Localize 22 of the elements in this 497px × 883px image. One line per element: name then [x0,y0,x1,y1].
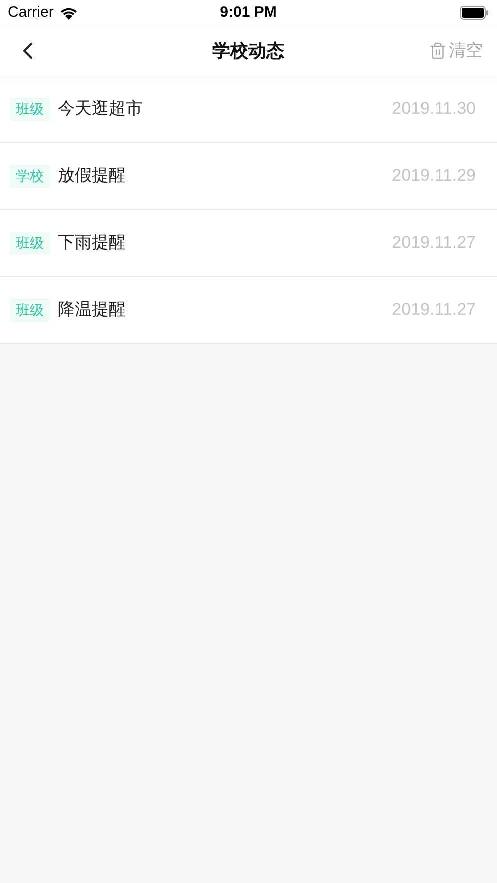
category-tag: 班级 [10,298,50,322]
category-tag: 班级 [10,98,50,120]
news-row[interactable]: 学校 放假提醒 2019.11.29 [0,143,497,210]
news-date: 2019.11.30 [392,98,476,120]
news-title: 降温提醒 [58,299,127,322]
news-date: 2019.11.29 [392,165,476,188]
news-date: 2019.11.27 [392,232,476,254]
news-row[interactable]: 班级 降温提醒 2019.11.27 [0,277,497,344]
news-row[interactable]: 班级 下雨提醒 2019.11.27 [0,210,497,277]
news-row[interactable]: 班级 今天逛超市 2019.11.30 [0,76,497,143]
news-title: 放假提醒 [58,165,127,188]
news-date: 2019.11.27 [392,299,476,322]
news-title: 今天逛超市 [58,98,144,120]
status-time: 9:01 PM [220,2,277,23]
category-tag: 学校 [10,164,50,188]
trash-icon [429,42,447,60]
page-title: 学校动态 [212,40,284,62]
news-title: 下雨提醒 [58,232,127,254]
wifi-icon [60,6,78,20]
category-tag: 班级 [10,232,50,254]
carrier-label: Carrier [8,2,54,23]
battery-icon [460,6,489,20]
